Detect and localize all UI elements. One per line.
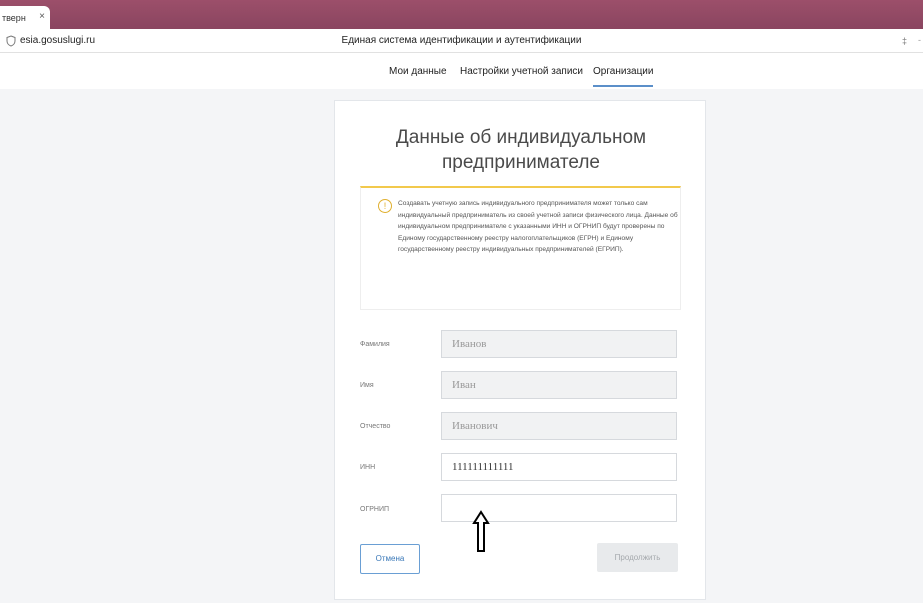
more-icon[interactable]: -	[918, 35, 921, 45]
inn-field[interactable]: 111111111111	[441, 453, 677, 481]
patronymic-field[interactable]: Иванович	[441, 412, 677, 440]
notice-text: Создавать учетную запись индивидуального…	[398, 200, 678, 254]
top-navigation: Мои данные Настройки учетной записи Орга…	[0, 53, 923, 89]
ip-form-card: Данные об индивидуальном предпринимателе…	[334, 100, 706, 600]
arrow-up-icon	[472, 510, 490, 552]
lastname-label: Фамилия	[360, 341, 390, 348]
address-bar[interactable]: esia.gosuslugi.ru Единая система идентиф…	[0, 29, 923, 53]
nav-account-settings[interactable]: Настройки учетной записи	[460, 66, 583, 77]
translate-icon[interactable]: ‡	[902, 36, 907, 46]
browser-tab-bar: тверн ×	[0, 0, 923, 29]
info-notice: ! Создавать учетную запись индивидуально…	[360, 186, 681, 310]
browser-tab[interactable]: тверн ×	[0, 6, 50, 29]
cancel-button[interactable]: Отмена	[360, 544, 420, 574]
warning-icon: !	[378, 199, 392, 213]
form-title: Данные об индивидуальном предпринимателе	[395, 127, 647, 173]
ogrnip-label: ОГРНИП	[360, 506, 390, 513]
lastname-field[interactable]: Иванов	[441, 330, 677, 358]
inn-label: ИНН	[360, 464, 376, 471]
tab-label: тверн	[2, 13, 26, 23]
nav-my-data[interactable]: Мои данные	[389, 66, 447, 77]
continue-button[interactable]: Продолжить	[597, 543, 678, 572]
firstname-label: Имя	[360, 382, 374, 389]
close-icon[interactable]: ×	[39, 11, 45, 22]
page-title: Единая система идентификации и аутентифи…	[341, 35, 582, 46]
firstname-field[interactable]: Иван	[441, 371, 677, 399]
patronymic-label: Отчество	[360, 423, 391, 430]
nav-organizations[interactable]: Организации	[593, 66, 654, 87]
